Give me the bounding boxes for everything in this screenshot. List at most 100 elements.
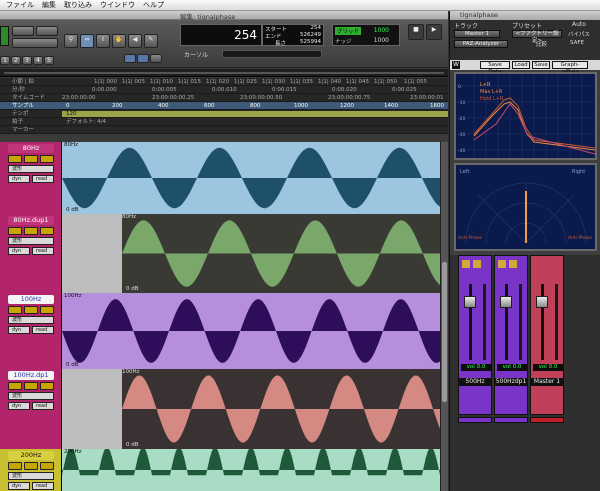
- track-name[interactable]: 100Hz.dp1: [8, 371, 54, 380]
- fader-cap[interactable]: [500, 296, 512, 308]
- nudge-value[interactable]: 1000: [374, 37, 389, 44]
- main-counter[interactable]: 254: [180, 24, 262, 46]
- vertical-scrollbar[interactable]: [440, 142, 448, 491]
- end-value[interactable]: 526249: [300, 32, 321, 38]
- grabber-tool-icon[interactable]: ✋: [112, 34, 126, 48]
- nudge-label[interactable]: ナッジ: [335, 37, 352, 45]
- plugin-selector[interactable]: PAZ-Analyzer: [454, 40, 508, 48]
- menu-help[interactable]: ヘルプ: [143, 0, 164, 10]
- automation-selector[interactable]: read: [32, 402, 54, 410]
- strip-name[interactable]: 500Hz: [459, 378, 491, 386]
- audio-clip-region[interactable]: 80Hz 0 dB: [62, 214, 440, 293]
- automation-selector[interactable]: read: [32, 247, 54, 255]
- zoom-preset-2[interactable]: 2: [11, 56, 21, 65]
- fader-cap[interactable]: [536, 296, 548, 308]
- slip-mode-button[interactable]: [12, 26, 34, 36]
- menu-edit[interactable]: 編集: [42, 0, 56, 10]
- zoom-tool-icon[interactable]: ⚲: [64, 34, 78, 48]
- automation-selector[interactable]: read: [32, 175, 54, 183]
- solo-button[interactable]: [462, 260, 470, 268]
- trim-tool-icon[interactable]: ⇔: [80, 34, 94, 48]
- mute-button[interactable]: [40, 382, 54, 390]
- record-button[interactable]: [8, 155, 22, 163]
- view-selector[interactable]: 波形: [8, 237, 54, 245]
- stop-button[interactable]: ■: [408, 24, 424, 40]
- vol-value[interactable]: 0.0: [549, 364, 558, 370]
- view-selector[interactable]: 波形: [8, 316, 54, 324]
- zoom-preset-3[interactable]: 3: [22, 56, 32, 65]
- link-timeline-icon[interactable]: [124, 54, 136, 63]
- automation-selector[interactable]: read: [32, 482, 54, 490]
- save-button[interactable]: Save: [532, 61, 550, 69]
- scrollbar-thumb[interactable]: [442, 262, 447, 402]
- grid-mode-button[interactable]: [12, 38, 58, 48]
- volume-mode-selector[interactable]: dyn: [8, 247, 30, 255]
- volume-mode-selector[interactable]: dyn: [8, 482, 30, 490]
- length-value[interactable]: 525994: [300, 39, 321, 45]
- mute-button[interactable]: [473, 260, 481, 268]
- volume-mode-selector[interactable]: dyn: [8, 326, 30, 334]
- zoom-preset-5[interactable]: 5: [44, 56, 54, 65]
- solo-button[interactable]: [24, 227, 38, 235]
- selector-tool-icon[interactable]: I: [96, 34, 110, 48]
- mute-button[interactable]: [40, 306, 54, 314]
- ruler-markers[interactable]: マーカー: [0, 126, 448, 134]
- menu-file[interactable]: ファイル: [6, 0, 34, 10]
- volume-mode-selector[interactable]: dyn: [8, 175, 30, 183]
- volume-mode-selector[interactable]: dyn: [8, 402, 30, 410]
- automation-selector[interactable]: read: [32, 326, 54, 334]
- preset-selector[interactable]: <ファクトリー設定>: [512, 30, 562, 44]
- grid-label[interactable]: グリッド: [335, 27, 362, 35]
- zoom-preset-1[interactable]: 1: [0, 56, 10, 65]
- audio-clip[interactable]: 80Hz 0 dB: [62, 142, 440, 214]
- solo-button[interactable]: [24, 382, 38, 390]
- ruler-bars-beats[interactable]: 小節 | 拍 1|1| 000 1|1| 005 1|1| 010 1|1| 0…: [0, 78, 448, 86]
- audio-clip-region[interactable]: 100Hz 0 dB: [62, 369, 440, 449]
- zoom-preset-4[interactable]: 4: [33, 56, 43, 65]
- record-button[interactable]: [8, 306, 22, 314]
- strip-name[interactable]: Master 1: [531, 378, 563, 386]
- compare-button[interactable]: 比較: [536, 40, 547, 48]
- spot-mode-button[interactable]: [36, 26, 58, 36]
- track-name[interactable]: 80Hz.dup1: [8, 216, 54, 225]
- ruler-tempo[interactable]: テンポ 120: [0, 110, 448, 118]
- view-selector[interactable]: 波形: [8, 165, 54, 173]
- grid-value[interactable]: 1000: [374, 27, 389, 34]
- vol-value[interactable]: 0.0: [477, 364, 486, 370]
- track-name[interactable]: 100Hz: [8, 295, 54, 304]
- audio-clip[interactable]: 100Hz 0 dB: [62, 293, 440, 369]
- strip-name[interactable]: 500Hzdp1: [495, 378, 527, 386]
- record-button[interactable]: [8, 227, 22, 235]
- mute-button[interactable]: [40, 155, 54, 163]
- scrubber-tool-icon[interactable]: ◀: [128, 34, 142, 48]
- fader-cap[interactable]: [464, 296, 476, 308]
- shuffle-mode-button[interactable]: [0, 26, 9, 46]
- save-data-button[interactable]: Save Data: [480, 61, 510, 75]
- solo-button[interactable]: [24, 462, 38, 470]
- view-selector[interactable]: 波形: [8, 472, 54, 480]
- vol-value[interactable]: 0.0: [513, 364, 522, 370]
- track-selector[interactable]: Master 1: [454, 30, 500, 38]
- graph-plain-button[interactable]: Graph->Plain: [552, 61, 588, 75]
- play-button[interactable]: ▶: [426, 24, 442, 40]
- mute-button[interactable]: [40, 227, 54, 235]
- solo-button[interactable]: [498, 260, 506, 268]
- record-button[interactable]: [8, 382, 22, 390]
- menu-window[interactable]: ウインドウ: [100, 0, 135, 10]
- pencil-tool-icon[interactable]: ✎: [144, 34, 158, 48]
- ruler-min-sec[interactable]: 分:秒 0:00.000 0:00.005 0:00.010 0:00.015 …: [0, 86, 448, 94]
- bypass-button[interactable]: バイパス: [568, 30, 590, 38]
- solo-button[interactable]: [24, 155, 38, 163]
- load-button[interactable]: Load: [512, 61, 530, 69]
- track-name[interactable]: 200Hz: [8, 451, 54, 460]
- mute-button[interactable]: [40, 462, 54, 470]
- menu-import[interactable]: 取り込み: [64, 0, 92, 10]
- start-value[interactable]: 254: [311, 25, 322, 31]
- insertion-follows-icon[interactable]: [150, 54, 162, 63]
- track-name[interactable]: 80Hz: [8, 144, 54, 153]
- ruler-samples[interactable]: サンプル 0 200 400 600 800 1000 1200 1400 16…: [0, 102, 448, 110]
- solo-button[interactable]: [24, 306, 38, 314]
- audio-clip[interactable]: 200Hz: [62, 449, 440, 491]
- ruler-timecode[interactable]: タイムコード 23:00:00:00 23:00:00:00.25 23:00:…: [0, 94, 448, 102]
- link-track-icon[interactable]: [137, 54, 149, 63]
